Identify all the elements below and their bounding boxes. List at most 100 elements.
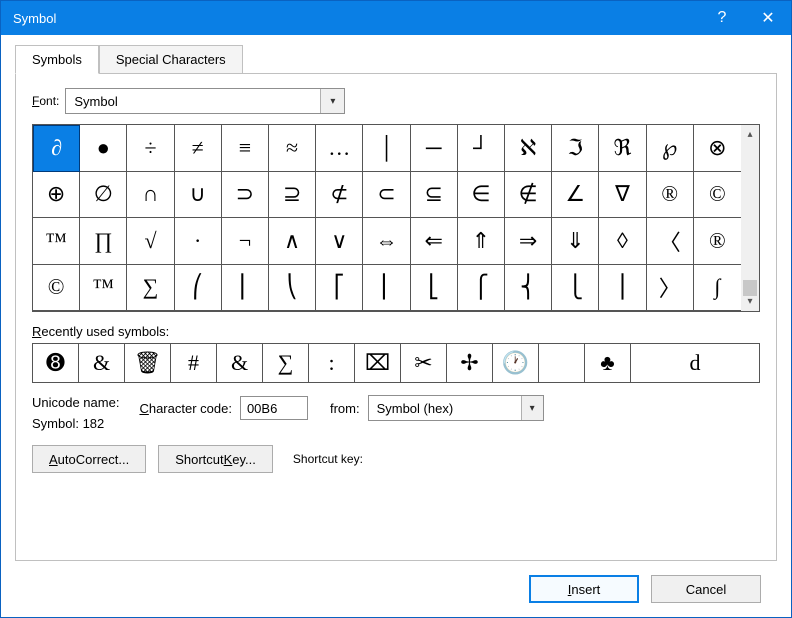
symbol-grid-container: ∂●÷≠≡≈…│─┘ℵℑℜ℘⊗⊕∅∩∪⊃⊇⊄⊂⊆∈∉∠∇®©™∏√·¬∧∨⇔⇐⇑… — [32, 124, 760, 312]
symbol-cell[interactable]: ∑ — [127, 265, 174, 312]
symbol-cell[interactable]: √ — [127, 218, 174, 265]
scroll-up-icon: ▴ — [747, 129, 752, 140]
unicode-name-value: Symbol: 182 — [32, 416, 119, 431]
recent-symbol-cell[interactable]: ⌧ — [355, 344, 401, 382]
recent-symbol-cell[interactable]: # — [171, 344, 217, 382]
symbol-cell[interactable]: ≈ — [269, 125, 316, 172]
recent-symbol-cell[interactable]: d — [631, 344, 759, 382]
recent-symbol-cell[interactable]: ♣ — [585, 344, 631, 382]
symbol-cell[interactable]: ⎜ — [222, 265, 269, 312]
symbol-cell[interactable]: ⊃ — [222, 172, 269, 219]
symbol-cell[interactable]: ⇐ — [411, 218, 458, 265]
symbol-cell[interactable]: ● — [80, 125, 127, 172]
window-title: Symbol — [13, 11, 56, 26]
font-combobox[interactable]: Symbol ▾ — [65, 88, 345, 114]
insert-button[interactable]: Insert — [529, 575, 639, 603]
recent-symbol-cell[interactable]: ➑ — [33, 344, 79, 382]
character-code-label: Character code: — [139, 401, 232, 416]
from-combobox[interactable]: Symbol (hex) ▾ — [368, 395, 544, 421]
symbol-cell[interactable]: ⊇ — [269, 172, 316, 219]
symbol-cell[interactable]: ─ — [411, 125, 458, 172]
symbol-cell[interactable]: ⎢ — [363, 265, 410, 312]
recently-used-grid[interactable]: ➑&🗑#&∑:⌧✂✢🕐♣d — [32, 343, 760, 383]
tab-special-characters[interactable]: Special Characters — [99, 45, 243, 74]
symbol-cell[interactable]: ∪ — [175, 172, 222, 219]
symbol-cell[interactable]: ℵ — [505, 125, 552, 172]
cancel-button[interactable]: Cancel — [651, 575, 761, 603]
symbol-cell[interactable]: ⎡ — [316, 265, 363, 312]
symbol-cell[interactable]: ∅ — [80, 172, 127, 219]
symbol-grid[interactable]: ∂●÷≠≡≈…│─┘ℵℑℜ℘⊗⊕∅∩∪⊃⊇⊄⊂⊆∈∉∠∇®©™∏√·¬∧∨⇔⇐⇑… — [33, 125, 741, 311]
symbol-cell[interactable]: ∧ — [269, 218, 316, 265]
symbol-cell[interactable]: ⎝ — [269, 265, 316, 312]
font-label: Font: — [32, 94, 59, 108]
symbol-cell[interactable]: ⊂ — [363, 172, 410, 219]
recent-symbol-cell[interactable]: 🗑 — [125, 344, 171, 382]
symbol-cell[interactable]: ⎛ — [175, 265, 222, 312]
symbol-cell[interactable]: ⊗ — [694, 125, 741, 172]
symbol-cell[interactable]: ◊ — [599, 218, 646, 265]
symbol-cell[interactable]: ¬ — [222, 218, 269, 265]
recent-symbol-cell[interactable]: ∑ — [263, 344, 309, 382]
chevron-down-icon: ▾ — [521, 396, 543, 420]
autocorrect-button[interactable]: AutoCorrect... — [32, 445, 146, 473]
symbol-cell[interactable]: ⎨ — [505, 265, 552, 312]
symbol-cell[interactable]: ⇔ — [363, 218, 410, 265]
symbol-cell[interactable]: ÷ — [127, 125, 174, 172]
tab-strip: Symbols Special Characters — [15, 45, 777, 74]
symbol-cell[interactable]: ⊄ — [316, 172, 363, 219]
symbol-cell[interactable]: ⊕ — [33, 172, 80, 219]
symbol-cell[interactable]: ™ — [33, 218, 80, 265]
recent-symbol-cell[interactable]: 🕐 — [493, 344, 539, 382]
symbol-cell[interactable]: ∇ — [599, 172, 646, 219]
character-code-input[interactable]: 00B6 — [240, 396, 308, 420]
symbol-cell[interactable]: ™ — [80, 265, 127, 312]
symbol-cell[interactable]: ⊆ — [411, 172, 458, 219]
symbol-cell[interactable]: … — [316, 125, 363, 172]
symbol-cell[interactable]: 〉 — [647, 265, 694, 312]
symbol-cell[interactable]: © — [33, 265, 80, 312]
symbol-cell[interactable]: ℑ — [552, 125, 599, 172]
symbol-cell[interactable]: ⎩ — [552, 265, 599, 312]
symbol-cell[interactable]: ┘ — [458, 125, 505, 172]
symbol-cell[interactable]: ≠ — [175, 125, 222, 172]
recently-used-label: Recently used symbols: — [32, 324, 760, 339]
symbol-cell[interactable]: ≡ — [222, 125, 269, 172]
scrollbar-vertical[interactable]: ▴ ▾ — [741, 125, 759, 311]
close-button[interactable]: ✕ — [745, 1, 791, 35]
recent-symbol-cell[interactable]: : — [309, 344, 355, 382]
recent-symbol-cell[interactable]: & — [217, 344, 263, 382]
recent-symbol-cell[interactable]: ✢ — [447, 344, 493, 382]
unicode-name-label: Unicode name: — [32, 395, 119, 410]
symbol-cell[interactable]: ℘ — [647, 125, 694, 172]
symbol-cell[interactable]: ⎣ — [411, 265, 458, 312]
symbol-cell[interactable]: ∂ — [33, 125, 80, 172]
shortcut-key-button[interactable]: Shortcut Key... — [158, 445, 273, 473]
symbol-cell[interactable]: ⎪ — [599, 265, 646, 312]
symbol-cell[interactable]: 〈 — [647, 218, 694, 265]
help-button[interactable]: ? — [699, 1, 745, 35]
symbol-cell[interactable]: ⇒ — [505, 218, 552, 265]
symbol-cell[interactable]: ∨ — [316, 218, 363, 265]
symbol-cell[interactable]: ∫ — [694, 265, 741, 312]
symbol-cell[interactable]: │ — [363, 125, 410, 172]
symbol-cell[interactable]: ⎧ — [458, 265, 505, 312]
symbol-cell[interactable]: ® — [647, 172, 694, 219]
symbol-cell[interactable]: ℜ — [599, 125, 646, 172]
from-label: from: — [330, 401, 360, 416]
tab-symbols[interactable]: Symbols — [15, 45, 99, 74]
recent-symbol-cell[interactable] — [539, 344, 585, 382]
symbol-cell[interactable]: ⇑ — [458, 218, 505, 265]
recent-symbol-cell[interactable]: ✂ — [401, 344, 447, 382]
symbol-cell[interactable]: ® — [694, 218, 741, 265]
scrollbar-thumb[interactable] — [743, 280, 757, 296]
symbol-cell[interactable]: ∈ — [458, 172, 505, 219]
recent-symbol-cell[interactable]: & — [79, 344, 125, 382]
symbol-cell[interactable]: © — [694, 172, 741, 219]
symbol-cell[interactable]: ∠ — [552, 172, 599, 219]
symbol-cell[interactable]: ⇓ — [552, 218, 599, 265]
symbol-cell[interactable]: · — [175, 218, 222, 265]
symbol-cell[interactable]: ∩ — [127, 172, 174, 219]
symbol-cell[interactable]: ∏ — [80, 218, 127, 265]
symbol-cell[interactable]: ∉ — [505, 172, 552, 219]
